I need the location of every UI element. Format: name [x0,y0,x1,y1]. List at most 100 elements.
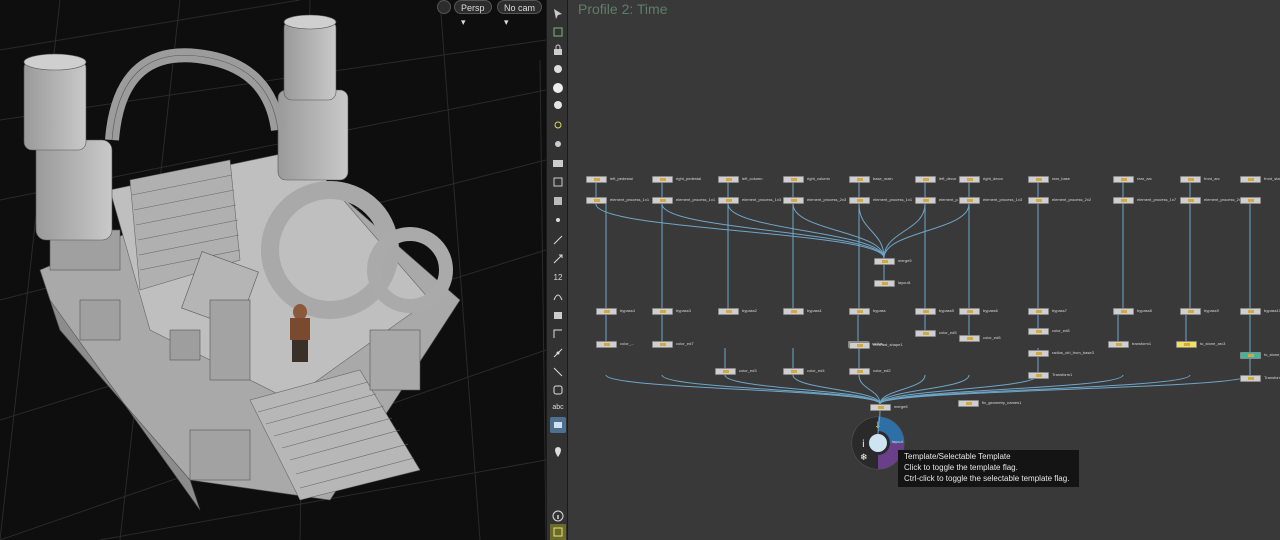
node-right-decor[interactable] [959,176,980,183]
node-color-ed3[interactable] [715,368,736,375]
node-meshed-shape1[interactable] [849,342,870,349]
node-element-process[interactable] [915,197,936,204]
node-label: element_process_1x3 [983,197,1023,202]
display-icon[interactable] [550,193,566,209]
node-element-process[interactable] [652,197,673,204]
view-menu[interactable]: Persp ▾ [454,0,492,27]
corner-icon[interactable] [550,326,566,342]
node-color-ed7[interactable] [652,341,673,348]
node-left-pedestal[interactable] [586,176,607,183]
grid-icon[interactable] [550,524,566,540]
node-element-process[interactable] [1113,197,1134,204]
node-bypass10[interactable] [1240,308,1261,315]
pick-icon[interactable] [550,232,566,248]
node-right-column[interactable] [783,176,804,183]
camera-icon[interactable] [550,155,566,171]
node-rear-arc[interactable] [1113,176,1134,183]
node-label: bypass6 [983,308,998,313]
node-color-ed4[interactable] [783,368,804,375]
node-bypass3[interactable] [652,308,673,315]
tooltip-line-ctrl: Ctrl-click to toggle the selectable temp… [904,474,1070,483]
wire-icon[interactable] [550,288,566,304]
node-label: Transform3 [1264,375,1280,380]
link-icon[interactable] [550,364,566,380]
bulb-icon[interactable] [550,98,566,114]
node-wire [595,203,885,259]
node-transform1[interactable] [1028,372,1049,379]
abc-icon[interactable]: abc [550,399,566,415]
node-element-process[interactable] [586,197,607,204]
node-element-process[interactable] [718,197,739,204]
node-color-ed8[interactable] [1028,328,1049,335]
node-front-arc[interactable] [1180,176,1201,183]
node-flag [1121,178,1127,181]
altar-model[interactable] [0,0,546,540]
node-rear-base[interactable] [1028,176,1049,183]
scene-viewport[interactable]: Persp ▾ No cam ▾ [0,0,546,540]
node-to-stone-arc4[interactable] [1240,352,1261,359]
node-element-process[interactable] [1028,197,1049,204]
node-merge8[interactable] [870,404,891,411]
node-element-process-extra[interactable] [1240,197,1261,204]
node-transform1[interactable] [1108,341,1129,348]
dot-icon[interactable] [550,212,566,228]
node-element-process[interactable] [959,197,980,204]
measure-icon[interactable] [550,307,566,323]
node-flag [1188,199,1194,202]
info-icon[interactable] [550,508,566,524]
normal-icon[interactable] [550,251,566,267]
node-label: element_process_2x2 [1052,197,1092,202]
transform-icon[interactable] [550,24,566,40]
node-flag [1036,199,1042,202]
node-bypass6[interactable] [959,308,980,315]
light-icon[interactable] [550,61,566,77]
number-icon[interactable]: 12 [550,269,566,285]
node-bypass5[interactable] [915,308,936,315]
node-front-stai[interactable] [1240,176,1261,183]
node-flag [1036,330,1042,333]
node-element-process[interactable] [849,197,870,204]
node-fix-geometry-names1[interactable] [958,400,979,407]
eye-light-icon[interactable] [550,117,566,133]
select-icon[interactable] [550,6,566,22]
node-color-ed5[interactable] [915,330,936,337]
node-merge5[interactable] [874,258,895,265]
node-bypass1[interactable] [783,308,804,315]
node-bypass4[interactable] [596,308,617,315]
node-bypass8[interactable] [1113,308,1134,315]
pin-icon[interactable] [550,444,566,460]
node-base-main[interactable] [849,176,870,183]
guide-icon[interactable] [550,345,566,361]
node-element-process[interactable] [1180,197,1201,204]
record-icon[interactable] [550,382,566,398]
node-flag [857,199,863,202]
node-flag [660,199,666,202]
cube-icon[interactable] [550,174,566,190]
shading-icon[interactable] [550,80,566,96]
node-left-decor[interactable] [915,176,936,183]
node-flag [857,370,863,373]
lock-view-icon[interactable] [437,0,451,14]
node-flag [1121,310,1127,313]
node-element-process[interactable] [783,197,804,204]
node-bypass7[interactable] [1028,308,1049,315]
node-color-ed2[interactable] [849,368,870,375]
node-color-[interactable] [596,341,617,348]
node-left-column[interactable] [718,176,739,183]
node-label: transform1 [1132,341,1152,346]
node-bypass2[interactable] [718,308,739,315]
screen-icon[interactable] [550,417,566,433]
snapshot-icon[interactable] [550,136,566,152]
node-radius-ctrl-from-base3[interactable] [1028,350,1049,357]
node-bypass9[interactable] [1180,308,1201,315]
node-label: bypass7 [1052,308,1067,313]
node-right-pedestal[interactable] [652,176,673,183]
node-flag [1188,310,1194,313]
node-bypass[interactable] [849,308,870,315]
node-layout1[interactable] [874,280,895,287]
lock-icon[interactable] [550,42,566,58]
node-to-stone-arc3[interactable] [1176,341,1197,348]
node-transform3[interactable] [1240,375,1261,382]
node-color-ed6[interactable] [959,335,980,342]
camera-menu[interactable]: No cam ▾ [497,0,542,27]
